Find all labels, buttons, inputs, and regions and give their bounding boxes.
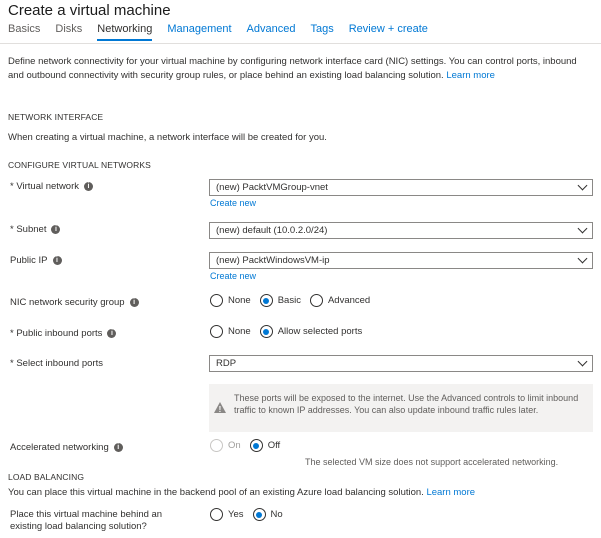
network-interface-heading: NETWORK INTERFACE <box>8 112 104 122</box>
radio-label: Yes <box>228 509 244 520</box>
public-inbound-ports-label: * Public inbound ports i <box>10 328 117 339</box>
load-balancing-description: You can place this virtual machine in th… <box>8 487 424 498</box>
subnet-label: * Subnet i <box>10 224 61 235</box>
chevron-down-icon <box>577 223 588 234</box>
load-balancing-radio-group: Yes No <box>210 508 292 521</box>
warning-text: These ports will be exposed to the inter… <box>234 393 579 415</box>
radio-label: On <box>228 440 241 451</box>
load-balancing-question: Place this virtual machine behind an exi… <box>10 509 162 533</box>
info-icon[interactable]: i <box>52 256 62 265</box>
create-new-vnet-link[interactable]: Create new <box>210 198 256 208</box>
info-icon[interactable]: i <box>129 298 139 307</box>
inbound-option-none[interactable]: None <box>210 325 251 338</box>
radio-button-selected[interactable] <box>249 439 263 452</box>
virtual-network-select[interactable]: (new) PacktVMGroup-vnet <box>209 179 593 196</box>
lb-option-no[interactable]: No <box>252 508 283 521</box>
subnet-value: (new) default (10.0.2.0/24) <box>216 225 328 236</box>
tab-advanced[interactable]: Advanced <box>247 23 296 41</box>
virtual-network-label: * Virtual network i <box>10 181 94 192</box>
accel-option-off[interactable]: Off <box>249 439 281 452</box>
question-line: existing load balancing solution? <box>10 521 147 532</box>
public-inbound-ports-label-text: Public inbound ports <box>16 328 103 339</box>
question-line: Place this virtual machine behind an <box>10 509 163 520</box>
info-icon[interactable]: i <box>84 182 94 191</box>
learn-more-link[interactable]: Learn more <box>446 70 495 81</box>
tab-review-create[interactable]: Review + create <box>349 23 428 41</box>
radio-button-selected[interactable] <box>259 325 273 338</box>
accelerated-networking-label-text: Accelerated networking <box>10 442 109 453</box>
tab-divider <box>0 43 601 44</box>
tab-networking[interactable]: Networking <box>97 23 153 41</box>
radio-button[interactable] <box>210 508 223 521</box>
create-new-public-ip-link[interactable]: Create new <box>210 271 256 281</box>
accelerated-networking-note: The selected VM size does not support ac… <box>305 457 559 467</box>
chevron-down-icon <box>577 253 588 264</box>
select-inbound-ports-dropdown[interactable]: RDP <box>209 355 593 372</box>
nsg-option-none[interactable]: None <box>210 294 251 307</box>
tab-tags[interactable]: Tags <box>310 23 333 41</box>
chevron-down-icon <box>577 180 588 191</box>
public-ip-label: Public IP i <box>10 255 62 266</box>
warning-icon-mark: ! <box>218 405 222 414</box>
select-inbound-ports-label-text: Select inbound ports <box>16 358 103 369</box>
subnet-label-text: Subnet <box>16 224 47 235</box>
radio-label: Allow selected ports <box>277 326 363 337</box>
radio-label: Basic <box>277 295 301 306</box>
configure-vnet-heading: CONFIGURE VIRTUAL NETWORKS <box>8 160 151 170</box>
radio-label: None <box>228 295 251 306</box>
ports-warning-box: ! These ports will be exposed to the int… <box>209 384 593 432</box>
networking-description: Define network connectivity for your vir… <box>8 55 593 82</box>
tab-basics[interactable]: Basics <box>8 23 40 41</box>
radio-label: None <box>228 326 251 337</box>
radio-label: No <box>270 509 283 520</box>
nic-nsg-radio-group: None Basic Advanced <box>210 294 379 307</box>
nic-nsg-label-text: NIC network security group <box>10 297 125 308</box>
accel-option-on: On <box>210 439 241 452</box>
nic-nsg-label: NIC network security group i <box>10 297 139 308</box>
subnet-select[interactable]: (new) default (10.0.2.0/24) <box>209 222 593 239</box>
virtual-network-label-text: Virtual network <box>16 181 80 192</box>
radio-label: Advanced <box>327 295 371 306</box>
select-inbound-ports-value: RDP <box>216 358 237 369</box>
page-title: Create a virtual machine <box>8 2 171 19</box>
public-ip-label-text: Public IP <box>10 255 48 266</box>
chevron-down-icon <box>577 356 588 367</box>
accelerated-networking-label: Accelerated networking i <box>10 442 123 453</box>
tab-management[interactable]: Management <box>167 23 231 41</box>
tab-bar: Basics Disks Networking Management Advan… <box>8 23 443 41</box>
public-inbound-ports-radio-group: None Allow selected ports <box>210 325 371 338</box>
network-interface-text: When creating a virtual machine, a netwo… <box>8 132 327 143</box>
select-inbound-ports-label: * Select inbound ports <box>10 358 103 369</box>
info-icon[interactable]: i <box>113 443 123 452</box>
info-icon[interactable]: i <box>107 329 117 338</box>
radio-button-selected[interactable] <box>252 508 266 521</box>
radio-label: Off <box>267 440 281 451</box>
radio-button[interactable] <box>210 294 223 307</box>
virtual-network-value: (new) PacktVMGroup-vnet <box>216 182 328 193</box>
accelerated-networking-radio-group: On Off <box>210 439 289 452</box>
public-ip-select[interactable]: (new) PacktWindowsVM-ip <box>209 252 593 269</box>
radio-button-selected[interactable] <box>259 294 273 307</box>
nsg-option-basic[interactable]: Basic <box>259 294 301 307</box>
inbound-option-allow-selected[interactable]: Allow selected ports <box>259 325 363 338</box>
learn-more-link[interactable]: Learn more <box>426 487 475 498</box>
public-ip-value: (new) PacktWindowsVM-ip <box>216 255 330 266</box>
load-balancing-heading: LOAD BALANCING <box>8 472 85 482</box>
radio-button[interactable] <box>210 325 223 338</box>
info-icon[interactable]: i <box>51 225 61 234</box>
radio-button[interactable] <box>309 294 323 307</box>
tab-disks[interactable]: Disks <box>55 23 82 41</box>
nsg-option-advanced[interactable]: Advanced <box>309 294 371 307</box>
load-balancing-text: You can place this virtual machine in th… <box>8 487 475 498</box>
lb-option-yes[interactable]: Yes <box>210 508 244 521</box>
radio-button-disabled <box>210 439 223 452</box>
